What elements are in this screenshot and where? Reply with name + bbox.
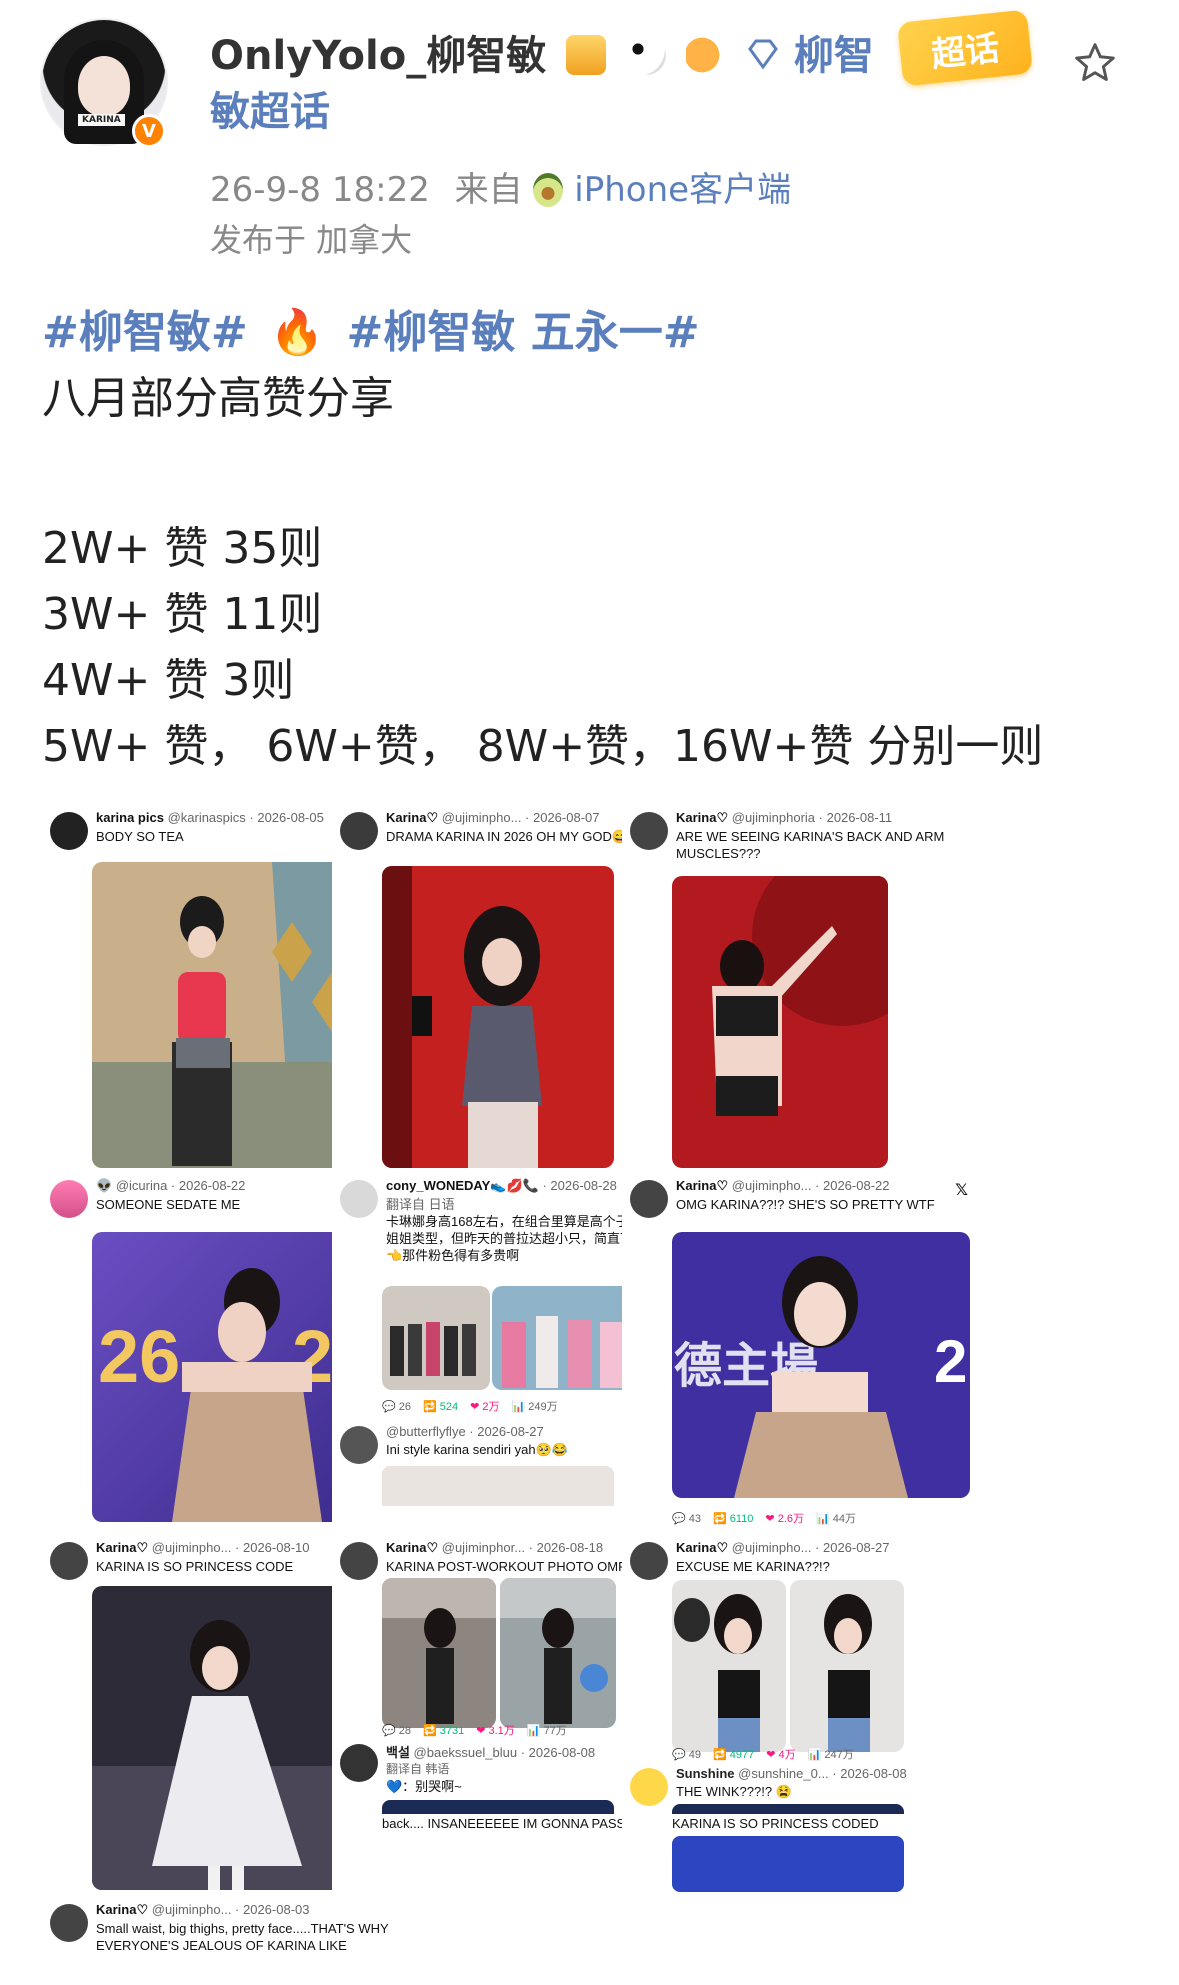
from-label: 来自	[454, 170, 523, 210]
stat-line: 2W+ 赞 35则	[42, 523, 323, 574]
verified-v-icon: V	[132, 114, 166, 148]
tags-line: #柳智敏# 🔥 #柳智敏 五永一#	[42, 300, 1142, 366]
tail-tweet-text: back.... INSANEEEEEE IM GONNA PASS OUT	[382, 1816, 657, 1831]
avocado-icon	[533, 173, 564, 207]
tail-tweet-text: KARINA IS SO PRINCESS CODED	[672, 1816, 879, 1831]
user-line: OnlyYolo_柳智敏 柳智 敏超话	[210, 28, 990, 140]
tweet-photo	[790, 1580, 904, 1752]
tweet-author: Karina♡ @ujiminphoria · 2026-08-11	[676, 810, 893, 825]
quoted-text: Ini style karina sendiri yah🥺😂	[386, 1442, 568, 1457]
tweet-stats: 💬 43 🔁 6110 ❤ 2.6万 📊 44万	[672, 1513, 856, 1525]
tweet-avatar	[50, 1904, 88, 1942]
avatar[interactable]: KARINA V	[40, 18, 168, 148]
tweet-photo	[92, 862, 364, 1168]
tweet-avatar	[340, 812, 378, 850]
quoted-text: THE WINK???!? 😫	[676, 1784, 792, 1799]
post-time: 26-9-8 18:22	[210, 170, 430, 210]
fire-icon: 🔥	[269, 307, 325, 358]
panda-badge-icon	[626, 35, 667, 75]
chaohua-badge[interactable]: 超话	[897, 9, 1033, 87]
post-meta-time: 26-9-8 18:22 来自 iPhone客户端	[210, 162, 791, 211]
tweet-avatar	[630, 1180, 668, 1218]
quoted-author: 백설 @baekssuel_bluu · 2026-08-08	[386, 1745, 596, 1760]
tweet-avatar	[50, 1180, 88, 1218]
tweet-photo	[382, 1286, 490, 1390]
grid-image[interactable]: Karina♡ @ujiminphoria · 2026-08-11 ARE W…	[622, 800, 982, 1172]
tweet-avatar	[340, 1180, 378, 1218]
quoted-handle: @butterflyflye · 2026-08-27	[386, 1424, 544, 1439]
tweet-avatar	[340, 1542, 378, 1580]
quoted-author: Sunshine @sunshine_0... · 2026-08-08	[676, 1766, 907, 1781]
image-grid: karina pics @karinaspics · 2026-08-05 BO…	[42, 800, 1142, 1985]
crown-badge-icon	[566, 35, 607, 75]
hashtag-1[interactable]: #柳智敏#	[42, 307, 248, 358]
tweet-stats: 💬 49 🔁 4977 ❤ 4万 📊 247万	[672, 1749, 854, 1761]
grid-image[interactable]: Karina♡ @ujiminpho... · 2026-08-22 OMG K…	[622, 1168, 982, 1530]
tweet-photo	[500, 1578, 616, 1728]
fish-badge-icon	[686, 35, 727, 75]
tweet-stats: 💬 28 🔁 3731 ❤ 3.1万 📊 77万	[382, 1725, 567, 1737]
post-content: #柳智敏# 🔥 #柳智敏 五永一# 八月部分高赞分享 2W+ 赞 35则 3W+…	[42, 300, 1142, 780]
quoted-text: 💙：别哭啊~	[386, 1779, 462, 1794]
tweet-photo	[672, 1580, 786, 1752]
tweet-avatar	[50, 812, 88, 850]
tweet-text: ARE WE SEEING KARINA'S BACK AND ARM MUSC…	[676, 829, 945, 861]
tweet-photo: 德主場 2	[672, 1232, 970, 1498]
tweet-photo	[382, 1578, 496, 1728]
username[interactable]: OnlyYolo_柳智敏	[210, 33, 546, 79]
diamond-badge-icon	[746, 34, 780, 74]
stat-line: 4W+ 赞 3则	[42, 655, 295, 706]
tweet-avatar	[340, 1426, 378, 1464]
star-icon[interactable]	[1070, 38, 1120, 88]
x-logo-icon: 𝕏	[955, 1180, 968, 1199]
tweet-avatar	[340, 1744, 378, 1782]
tweet-photo	[492, 1286, 640, 1390]
tweet-stats: 💬 26 🔁 524 ❤ 2万 📊 249万	[382, 1401, 558, 1413]
quoted-tweet: Sunshine @sunshine_0... · 2026-08-08 THE…	[630, 1766, 970, 1892]
tweet-avatar	[630, 1768, 668, 1806]
tweet-author: Karina♡ @ujiminpho... · 2026-08-03	[96, 1902, 310, 1917]
hashtag-2[interactable]: #柳智敏 五永一#	[347, 307, 700, 358]
tweet-photo	[672, 876, 888, 1168]
svg-text:26: 26	[98, 1315, 180, 1398]
svg-text:2: 2	[934, 1328, 967, 1395]
tweet-photo	[92, 1586, 356, 1890]
tweet-text: Small waist, big thighs, pretty face....…	[96, 1921, 389, 1953]
tweet-author: Karina♡ @ujiminpho... · 2026-08-27	[676, 1540, 890, 1555]
post-location: 发布于 加拿大	[210, 221, 413, 259]
tweet-author: Karina♡ @ujiminpho... · 2026-08-22	[676, 1178, 890, 1193]
grid-image[interactable]: Karina♡ @ujiminpho... · 2026-08-03 Small…	[42, 1892, 402, 1985]
device-link[interactable]: iPhone客户端	[574, 170, 791, 210]
tweet-avatar	[50, 1542, 88, 1580]
tweet-text: OMG KARINA??!? SHE'S SO PRETTY WTF	[676, 1197, 935, 1212]
grid-image[interactable]: Karina♡ @ujiminpho... · 2026-08-27 EXCUS…	[622, 1530, 982, 1892]
stat-line: 5W+ 赞， 6W+赞， 8W+赞，16W+赞 分别一则	[42, 721, 1044, 772]
quoted-translate: 翻译自 韩语	[386, 1762, 450, 1776]
tweet-text: EXCUSE ME KARINA??!?	[676, 1559, 830, 1574]
tweet-avatar	[630, 1542, 668, 1580]
avatar-tag: KARINA	[78, 114, 125, 126]
tweet-avatar	[630, 812, 668, 850]
stat-line: 3W+ 赞 11则	[42, 589, 323, 640]
post-header: KARINA V OnlyYolo_柳智敏 柳智 敏超话 超话 26-9-8 18…	[0, 0, 1179, 260]
tweet-photo	[382, 866, 614, 1168]
post-subtitle: 八月部分高赞分享	[42, 373, 394, 424]
